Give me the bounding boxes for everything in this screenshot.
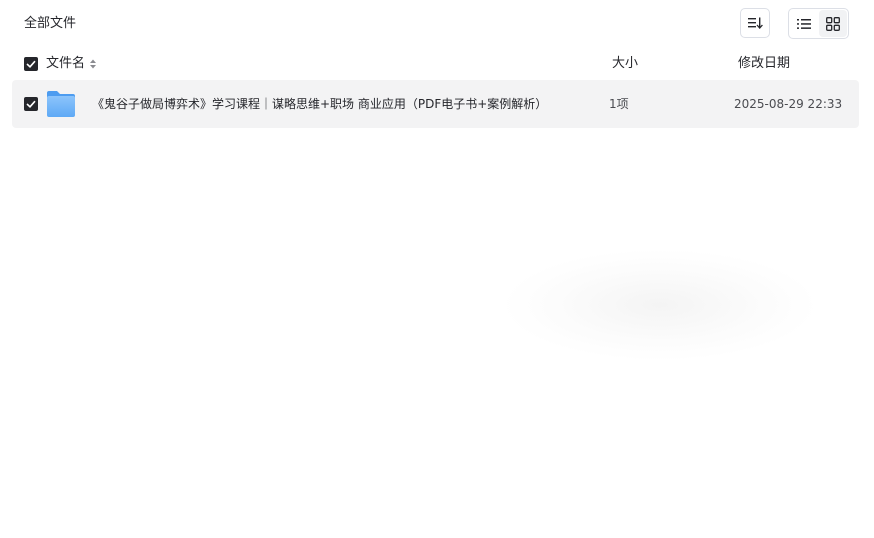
- column-header-size[interactable]: 大小: [612, 54, 638, 74]
- column-header-modified[interactable]: 修改日期: [738, 54, 790, 74]
- list-view-icon: [797, 18, 812, 29]
- table-row[interactable]: 《鬼谷子做局博弈术》学习课程｜谋略思维+职场 商业应用（PDF电子书+案例解析）…: [12, 80, 859, 128]
- folder-icon: [47, 91, 75, 117]
- file-modified-date: 2025-08-29 22:33: [734, 97, 843, 111]
- sort-button[interactable]: [740, 8, 770, 38]
- file-browser: 全部文件 文件名 大小 修改日期 《鬼谷子做局博弈术》学习课程｜谋略思维+职场 …: [0, 0, 874, 538]
- checkmark-icon: [26, 100, 36, 108]
- grid-view-button[interactable]: [818, 10, 847, 37]
- sort-descending-icon: [748, 17, 763, 29]
- file-name[interactable]: 《鬼谷子做局博弈术》学习课程｜谋略思维+职场 商业应用（PDF电子书+案例解析）: [92, 94, 547, 114]
- view-toggle[interactable]: [788, 8, 849, 39]
- row-checkbox[interactable]: [24, 97, 38, 111]
- grid-view-icon: [825, 16, 840, 31]
- list-view-button[interactable]: [790, 10, 819, 37]
- breadcrumb[interactable]: 全部文件: [24, 14, 76, 34]
- column-header-name[interactable]: 文件名: [46, 54, 85, 74]
- select-all-checkbox[interactable]: [24, 57, 38, 71]
- checkmark-icon: [26, 60, 36, 68]
- sort-caret-icon[interactable]: [89, 58, 97, 70]
- background-glow: [505, 250, 815, 360]
- file-size: 1项: [609, 97, 629, 111]
